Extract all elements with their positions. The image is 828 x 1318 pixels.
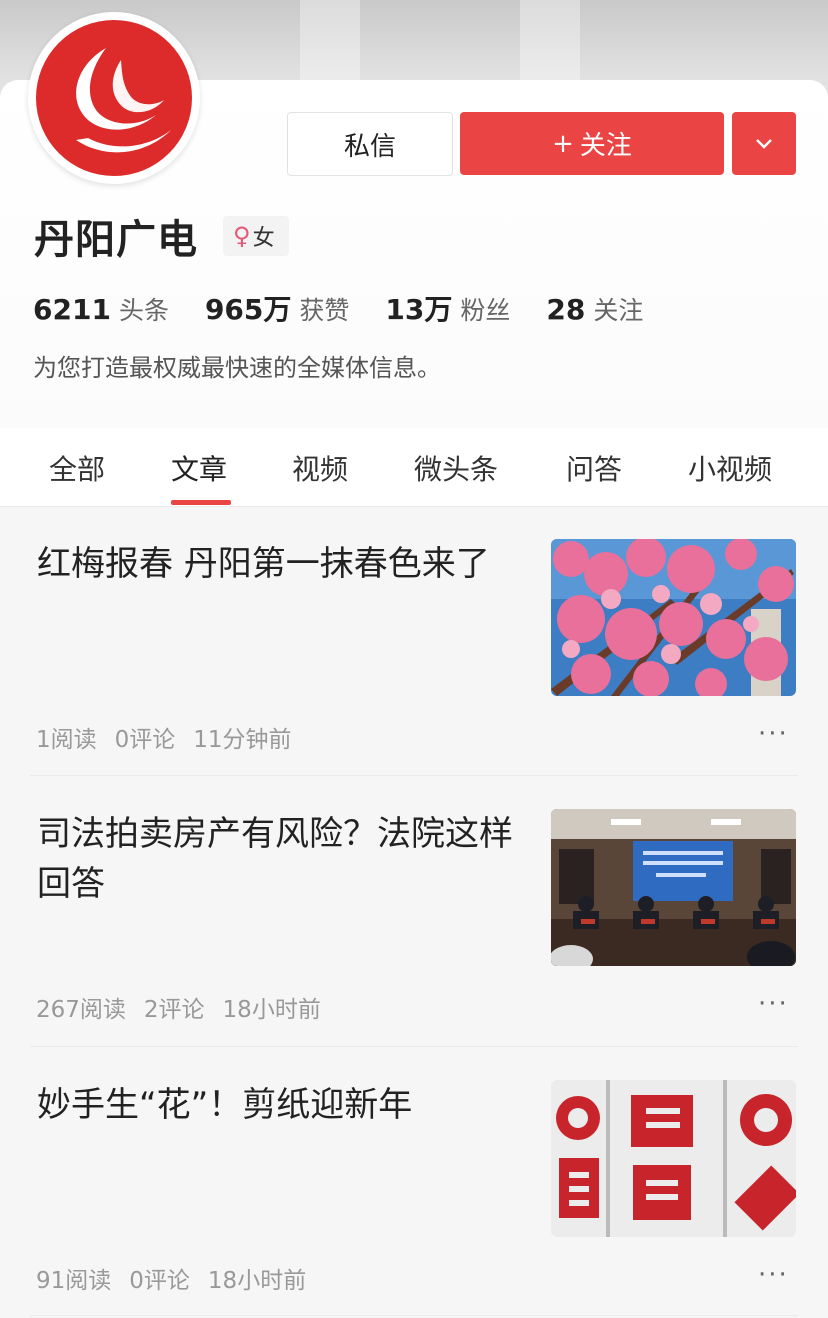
account-name: 丹阳广电 [34, 217, 198, 263]
stat-label: 获赞 [299, 296, 350, 325]
avatar[interactable] [28, 12, 200, 184]
tab-videos[interactable]: 视频 [292, 448, 348, 488]
list-item[interactable]: 妙手生“花”！剪纸迎新年 91阅读 0评论 18小时前 ··· [0, 1048, 828, 1318]
stats-row: 6211 头条 965万 获赞 13万 粉丝 28 关注 [33, 288, 679, 328]
stat-label: 粉丝 [460, 296, 511, 325]
content-tabs: 全部 文章 视频 微头条 问答 小视频 [0, 428, 828, 507]
comment-count: 0评论 [129, 1268, 190, 1294]
stat-followers[interactable]: 13万 粉丝 [385, 288, 510, 328]
plum-blossom-image [551, 539, 796, 696]
stat-value: 28 [546, 293, 586, 326]
stat-value: 13万 [385, 293, 453, 326]
article-title[interactable]: 司法拍卖房产有风险？法院这样回答 [37, 809, 517, 909]
message-button[interactable]: 私信 [287, 112, 453, 176]
article-meta: 1阅读 0评论 11分钟前 [36, 720, 310, 754]
stat-likes[interactable]: 965万 获赞 [205, 288, 349, 328]
gender-badge: ♀ 女 [223, 216, 289, 256]
publish-time: 18小时前 [222, 997, 321, 1023]
cover-decoration [520, 0, 580, 80]
divider [30, 1046, 798, 1047]
press-conference-image [551, 809, 796, 966]
article-meta: 267阅读 2评论 18小时前 [36, 990, 339, 1024]
stat-label: 关注 [593, 296, 644, 325]
female-icon: ♀ [233, 222, 251, 250]
article-title[interactable]: 红梅报春 丹阳第一抹春色来了 [37, 539, 517, 589]
tab-short-videos[interactable]: 小视频 [688, 448, 772, 488]
profile-description: 为您打造最权威最快速的全媒体信息。 [33, 354, 441, 382]
comment-count: 2评论 [143, 997, 205, 1023]
list-item[interactable]: 红梅报春 丹阳第一抹春色来了 1阅读 0评论 11分钟前 ··· [0, 507, 828, 777]
plus-icon: + [552, 128, 574, 159]
plum-blossom-thumbnail[interactable] [551, 539, 796, 696]
read-count: 1阅读 [36, 727, 97, 753]
publish-time: 11分钟前 [193, 727, 292, 753]
read-count: 267阅读 [36, 997, 126, 1023]
more-options-icon[interactable]: ··· [758, 719, 789, 749]
list-item[interactable]: 司法拍卖房产有风险？法院这样回答 267阅读 2评论 18小时前 ··· [0, 777, 828, 1047]
divider [30, 775, 798, 776]
tab-qa[interactable]: 问答 [566, 448, 622, 488]
paper-cutting-thumbnail[interactable] [551, 1080, 796, 1237]
stat-value: 965万 [204, 293, 292, 326]
divider [30, 1315, 798, 1316]
chevron-down-icon [756, 138, 772, 149]
comment-count: 0评论 [114, 727, 176, 753]
gender-label: 女 [252, 226, 275, 251]
stat-following[interactable]: 28 关注 [546, 291, 643, 327]
stat-label: 头条 [118, 296, 169, 325]
stat-headlines[interactable]: 6211 头条 [33, 291, 169, 327]
active-tab-indicator [171, 500, 231, 505]
follow-label: 关注 [579, 131, 632, 161]
cover-decoration [300, 0, 360, 80]
paper-cutting-image [551, 1080, 796, 1237]
expand-recommendations-button[interactable] [732, 112, 796, 175]
article-title[interactable]: 妙手生“花”！剪纸迎新年 [37, 1080, 517, 1130]
stat-value: 6211 [33, 293, 111, 326]
read-count: 91阅读 [36, 1268, 112, 1294]
more-options-icon[interactable]: ··· [758, 989, 789, 1019]
tab-micro-headlines[interactable]: 微头条 [414, 448, 498, 488]
publish-time: 18小时前 [207, 1268, 307, 1294]
article-meta: 91阅读 0评论 18小时前 [36, 1261, 324, 1295]
tab-all[interactable]: 全部 [49, 448, 105, 488]
tab-articles[interactable]: 文章 [171, 448, 227, 488]
more-options-icon[interactable]: ··· [758, 1260, 789, 1290]
danyang-tv-logo-icon [76, 48, 171, 153]
follow-button[interactable]: + 关注 [460, 112, 724, 175]
press-conference-thumbnail[interactable] [551, 809, 796, 966]
